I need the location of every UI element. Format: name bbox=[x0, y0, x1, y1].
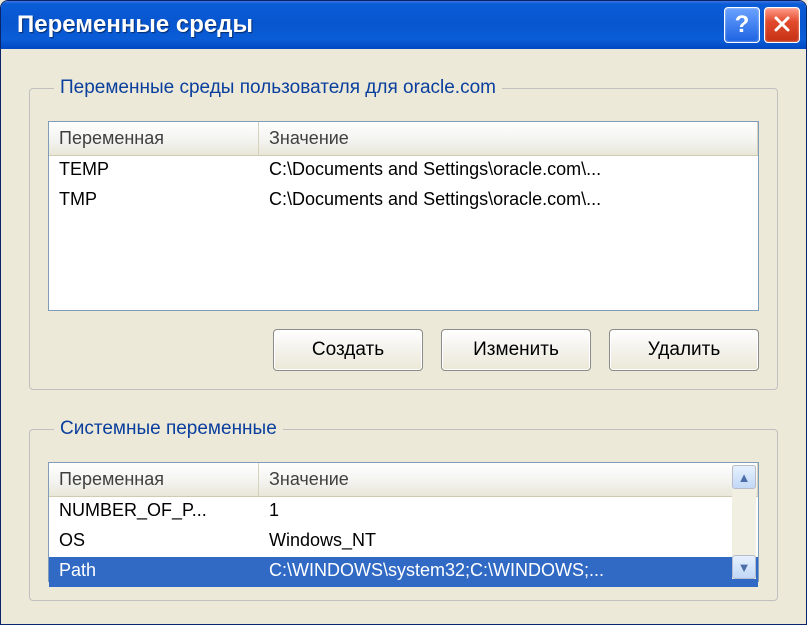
window-title: Переменные среды bbox=[7, 11, 720, 39]
scroll-up-button[interactable]: ▲ bbox=[732, 465, 756, 489]
var-name: TEMP bbox=[49, 156, 259, 186]
list-item[interactable]: Path C:\WINDOWS\system32;C:\WINDOWS;... bbox=[49, 557, 758, 587]
list-item[interactable]: TMP C:\Documents and Settings\oracle.com… bbox=[49, 186, 758, 216]
var-value: C:\Documents and Settings\oracle.com\... bbox=[259, 186, 758, 216]
chevron-down-icon: ▼ bbox=[738, 560, 751, 575]
client-area: Переменные среды пользователя для oracle… bbox=[1, 49, 806, 624]
var-value: C:\WINDOWS\system32;C:\WINDOWS;... bbox=[259, 557, 758, 587]
system-vars-legend: Системные переменные bbox=[54, 418, 283, 440]
close-button[interactable] bbox=[764, 7, 800, 43]
user-vars-header[interactable]: Переменная Значение bbox=[49, 122, 758, 156]
var-name: TMP bbox=[49, 186, 259, 216]
user-vars-buttons: Создать Изменить Удалить bbox=[48, 329, 759, 371]
edit-button[interactable]: Изменить bbox=[441, 329, 591, 371]
column-header-value[interactable]: Значение bbox=[259, 122, 758, 155]
list-item[interactable]: OS Windows_NT bbox=[49, 527, 758, 557]
column-header-value[interactable]: Значение bbox=[259, 463, 758, 496]
env-vars-dialog: Переменные среды ? Переменные среды поль… bbox=[0, 0, 807, 625]
var-value: 1 bbox=[259, 497, 758, 527]
scrollbar[interactable]: ▲ ▼ bbox=[732, 465, 756, 579]
var-name: OS bbox=[49, 527, 259, 557]
column-header-name[interactable]: Переменная bbox=[49, 463, 259, 496]
scroll-down-button[interactable]: ▼ bbox=[732, 555, 756, 579]
user-vars-listview[interactable]: Переменная Значение TEMP C:\Documents an… bbox=[48, 121, 759, 311]
user-vars-group: Переменные среды пользователя для oracle… bbox=[29, 77, 778, 390]
delete-button[interactable]: Удалить bbox=[609, 329, 759, 371]
column-header-name[interactable]: Переменная bbox=[49, 122, 259, 155]
list-item[interactable]: TEMP C:\Documents and Settings\oracle.co… bbox=[49, 156, 758, 186]
create-button[interactable]: Создать bbox=[273, 329, 423, 371]
close-icon bbox=[774, 12, 790, 38]
var-name: Path bbox=[49, 557, 259, 587]
help-button[interactable]: ? bbox=[724, 7, 760, 43]
system-vars-listview[interactable]: Переменная Значение NUMBER_OF_P... 1 OS … bbox=[48, 462, 759, 582]
list-item[interactable]: NUMBER_OF_P... 1 bbox=[49, 497, 758, 527]
chevron-up-icon: ▲ bbox=[738, 470, 751, 485]
user-vars-body: TEMP C:\Documents and Settings\oracle.co… bbox=[49, 156, 758, 216]
scroll-track[interactable] bbox=[732, 489, 756, 555]
titlebar[interactable]: Переменные среды ? bbox=[1, 1, 806, 49]
var-value: Windows_NT bbox=[259, 527, 758, 557]
help-icon: ? bbox=[735, 11, 750, 39]
system-vars-body: NUMBER_OF_P... 1 OS Windows_NT Path C:\W… bbox=[49, 497, 758, 587]
system-vars-header[interactable]: Переменная Значение bbox=[49, 463, 758, 497]
var-value: C:\Documents and Settings\oracle.com\... bbox=[259, 156, 758, 186]
system-vars-group: Системные переменные Переменная Значение… bbox=[29, 418, 778, 601]
user-vars-legend: Переменные среды пользователя для oracle… bbox=[54, 77, 502, 99]
var-name: NUMBER_OF_P... bbox=[49, 497, 259, 527]
